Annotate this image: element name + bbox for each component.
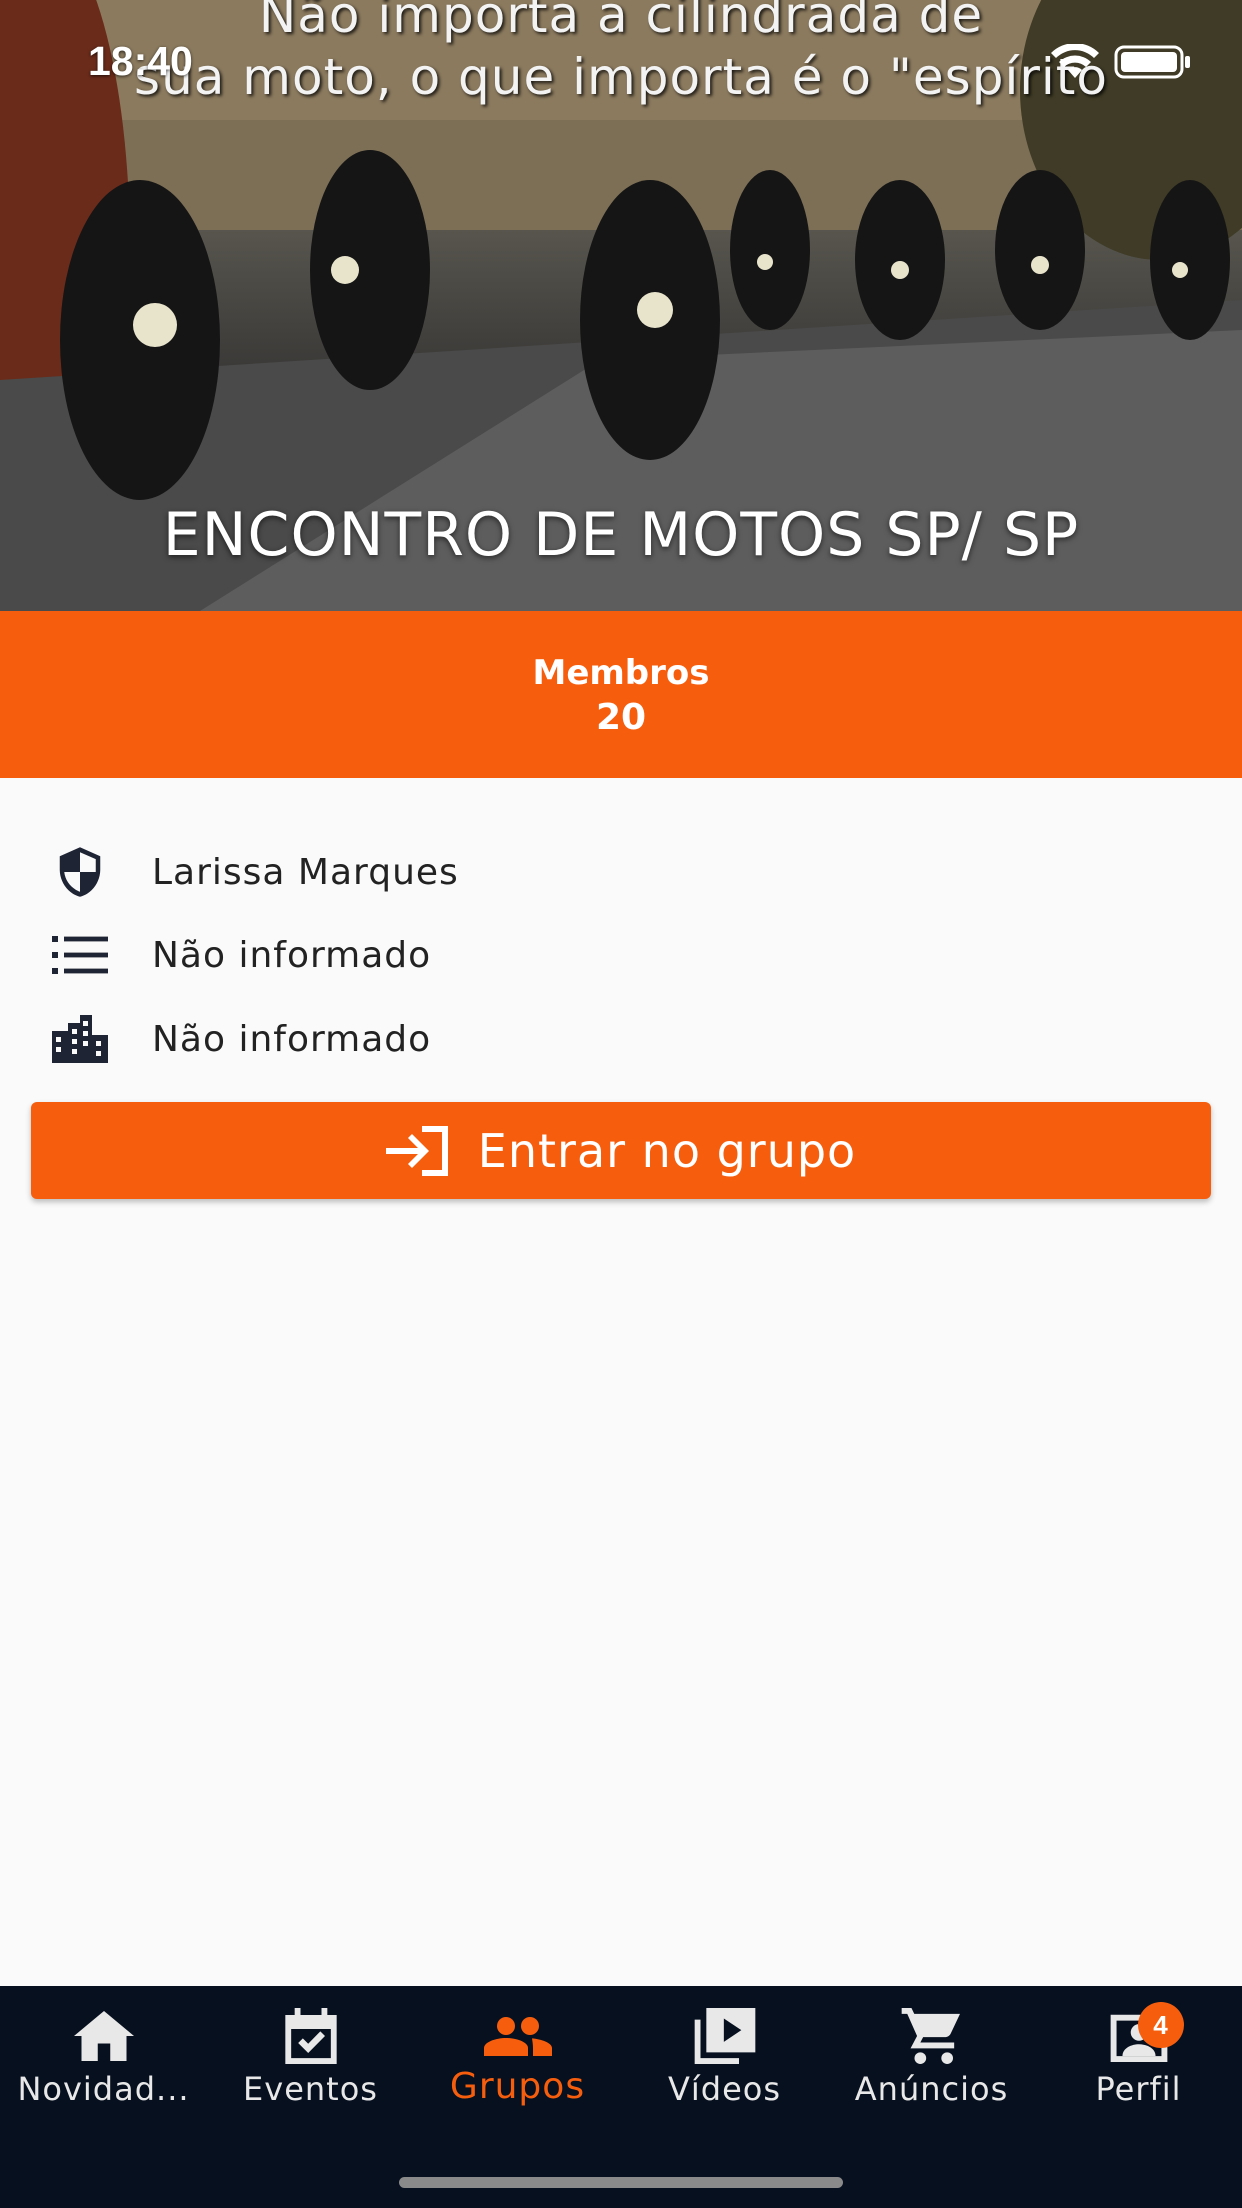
join-group-label: Entrar no grupo	[477, 1123, 857, 1178]
home-icon	[73, 2008, 134, 2064]
wifi-icon	[1051, 44, 1099, 78]
nav-label-eventos: Eventos	[243, 2070, 378, 2108]
category-value: Não informado	[152, 934, 432, 976]
join-group-button[interactable]: Entrar no grupo	[31, 1102, 1211, 1199]
group-icon	[483, 2008, 552, 2064]
members-band: Membros 20	[0, 611, 1242, 778]
battery-icon	[1114, 45, 1190, 79]
login-icon	[385, 1125, 448, 1176]
nav-item-videos[interactable]: Vídeos	[621, 1986, 828, 2126]
info-row-city: Não informado	[52, 1009, 431, 1069]
cart-icon	[901, 2008, 963, 2064]
city-buildings-icon	[52, 1011, 108, 1067]
event-calendar-icon	[283, 2008, 339, 2064]
profile-icon: 4	[1110, 2002, 1184, 2064]
info-row-admin: Larissa Marques	[52, 842, 459, 902]
group-cover-image: Não importa a cilindrada de sua moto, o …	[0, 0, 1242, 611]
cover-caption-line1: Não importa a cilindrada de	[258, 0, 984, 44]
status-time: 18:40	[88, 38, 193, 84]
nav-item-eventos[interactable]: Eventos	[207, 1986, 414, 2126]
nav-label-novidades: Novidad...	[17, 2070, 190, 2108]
status-icons	[1050, 44, 1192, 80]
members-label: Membros	[532, 653, 710, 693]
video-library-icon	[694, 2008, 756, 2064]
nav-label-videos: Vídeos	[667, 2070, 782, 2108]
notification-badge: 4	[1137, 2002, 1184, 2048]
group-detail-screen: Não importa a cilindrada de sua moto, o …	[0, 0, 1242, 2208]
home-indicator	[399, 2177, 843, 2188]
group-title: ENCONTRO DE MOTOS SP/ SP	[162, 500, 1080, 570]
bottom-navigation: Novidad... Eventos Grupos Vídeos Anúncio…	[0, 1986, 1242, 2208]
nav-item-perfil[interactable]: 4 Perfil	[1035, 1986, 1242, 2126]
list-icon	[52, 927, 108, 983]
nav-item-anuncios[interactable]: Anúncios	[828, 1986, 1035, 2126]
nav-item-novidades[interactable]: Novidad...	[0, 1986, 207, 2126]
city-value: Não informado	[152, 1018, 432, 1060]
admin-name: Larissa Marques	[152, 851, 459, 893]
nav-item-grupos[interactable]: Grupos	[414, 1986, 621, 2126]
nav-label-grupos: Grupos	[449, 2066, 586, 2107]
shield-icon	[52, 844, 108, 900]
nav-label-perfil: Perfil	[1095, 2070, 1182, 2108]
nav-label-anuncios: Anúncios	[854, 2070, 1009, 2108]
info-row-category: Não informado	[52, 925, 431, 985]
members-count: 20	[595, 697, 647, 738]
